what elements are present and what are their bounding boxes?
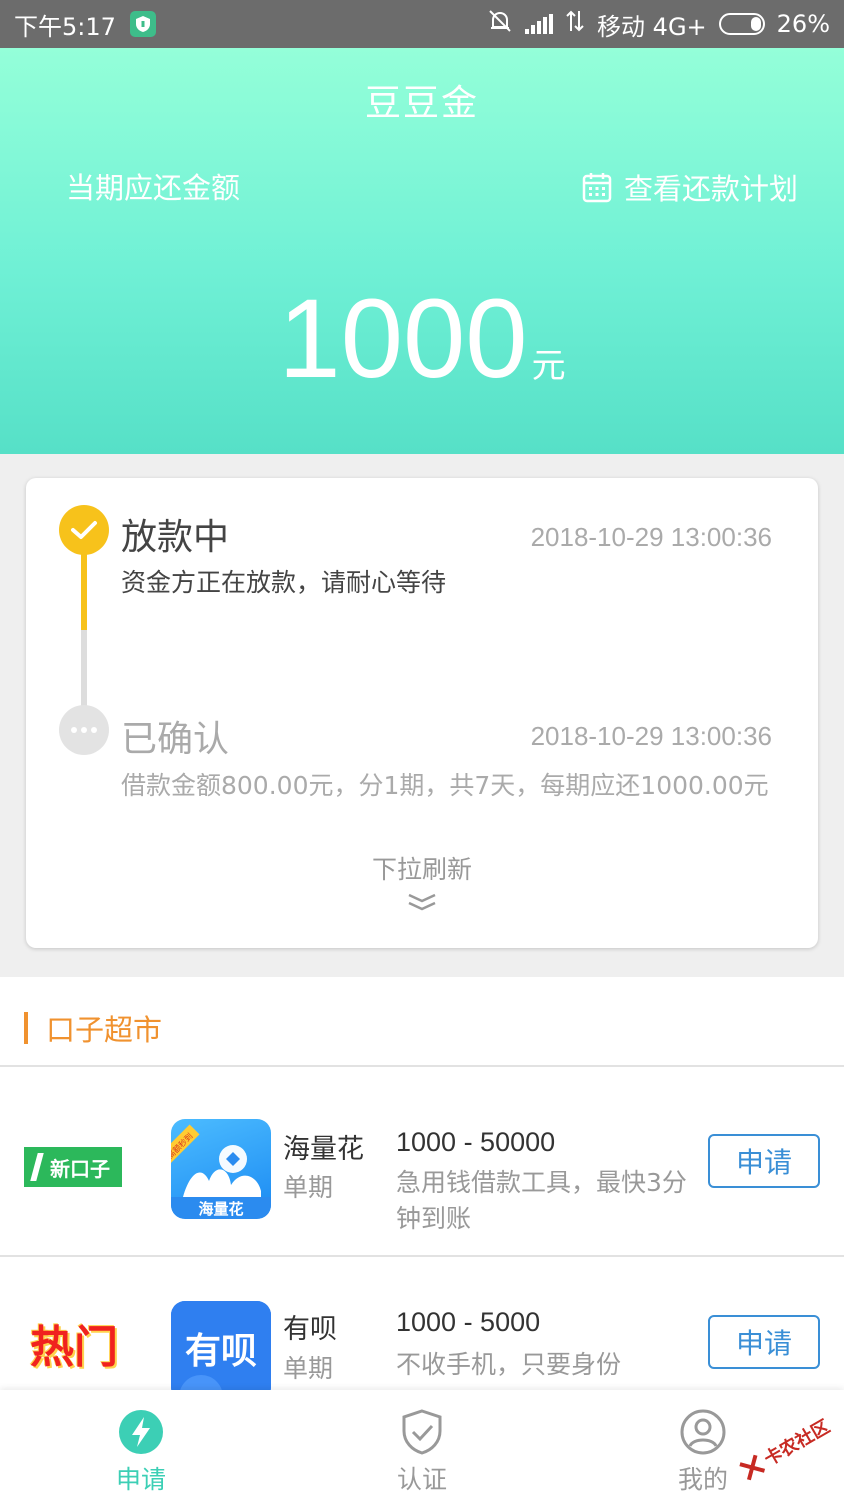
carrier-label: 移动 4G+	[597, 12, 707, 41]
app-term-type: 单期	[283, 1173, 334, 1202]
app-amount-range: 1000 - 5000	[396, 1307, 541, 1337]
tab-verify-label: 认证	[396, 1465, 447, 1494]
new-loan-badge: 新口子	[24, 1147, 122, 1187]
market-title: 口子超市	[46, 1013, 163, 1047]
due-amount-label: 当期应还金额	[66, 171, 241, 205]
calendar-icon	[582, 171, 612, 203]
app-description: 急用钱借款工具，最快3分钟到账	[396, 1168, 687, 1233]
tab-verify[interactable]: 认证	[352, 1390, 492, 1500]
data-transfer-icon	[565, 9, 585, 39]
page-title: 豆豆金	[364, 83, 479, 124]
pull-to-refresh-hint: 下拉刷新	[371, 855, 472, 884]
view-repayment-plan-link[interactable]: 查看还款计划	[582, 166, 798, 208]
due-amount-value: 1000	[278, 276, 528, 401]
due-amount-unit: 元	[531, 346, 566, 386]
step-confirmed-desc: 借款金额800.00元，分1期，共7天，每期应还1000.00元	[121, 771, 769, 800]
hot-badge: 热门	[30, 1322, 118, 1373]
bottom-tab-bar: 申请 认证 我的	[0, 1390, 844, 1500]
step-disbursing-time: 2018-10-29 13:00:36	[530, 522, 772, 552]
step-disbursing-desc: 资金方正在放款，请耐心等待	[121, 568, 447, 597]
lightning-icon	[117, 1408, 165, 1456]
app-term-type: 单期	[283, 1354, 334, 1383]
status-time: 下午5:17	[14, 12, 116, 41]
status-bar: 下午5:17 移动 4G+ 26%	[0, 0, 844, 48]
step-confirmed-title: 已确认	[121, 719, 230, 760]
mute-bell-icon	[487, 8, 513, 40]
step-disbursing-title: 放款中	[121, 517, 230, 558]
tab-apply[interactable]: 申请	[71, 1390, 211, 1500]
shield-icon	[129, 11, 156, 37]
apply-button[interactable]: 申请	[708, 1315, 820, 1369]
tab-mine-label: 我的	[677, 1465, 728, 1494]
svg-text:有呗: 有呗	[185, 1331, 257, 1372]
step-confirmed-time: 2018-10-29 13:00:36	[530, 721, 772, 751]
view-repayment-plan-label: 查看还款计划	[623, 172, 798, 206]
signal-icon	[525, 14, 554, 34]
loan-market: 口子超市 新口子 海量花 高额秒到 海量花 单期 1000 - 50000 急用…	[0, 977, 844, 1401]
timeline-line-inactive	[81, 630, 87, 710]
shield-check-icon	[398, 1408, 446, 1456]
battery-icon	[718, 13, 765, 35]
user-icon	[679, 1408, 727, 1456]
market-header: 口子超市	[0, 977, 844, 1067]
app-description: 不收手机，只要身份	[396, 1350, 622, 1379]
list-item[interactable]: 新口子 海量花 高额秒到 海量花 单期 1000 - 50000 急用钱借款工具…	[0, 1069, 844, 1257]
app-amount-range: 1000 - 50000	[396, 1127, 556, 1157]
app-name: 海量花	[283, 1134, 364, 1165]
app-logo-icon: 有呗	[171, 1301, 271, 1401]
repayment-header: 豆豆金 当期应还金额 查看还款计划 1000 元	[0, 48, 844, 454]
market-header-bar	[24, 1012, 28, 1044]
more-dots-icon	[59, 705, 109, 755]
app-name: 有呗	[283, 1314, 337, 1345]
check-icon	[59, 505, 109, 555]
app-logo-icon: 海量花 高额秒到	[171, 1119, 271, 1219]
due-amount: 1000 元	[0, 274, 844, 403]
double-chevron-down-icon	[406, 890, 438, 914]
loan-status-card: 放款中 2018-10-29 13:00:36 资金方正在放款，请耐心等待 已确…	[26, 478, 818, 948]
svg-text:海量花: 海量花	[198, 1200, 243, 1218]
tab-apply-label: 申请	[115, 1465, 166, 1494]
battery-level: 26%	[776, 10, 830, 38]
apply-button[interactable]: 申请	[708, 1134, 820, 1188]
